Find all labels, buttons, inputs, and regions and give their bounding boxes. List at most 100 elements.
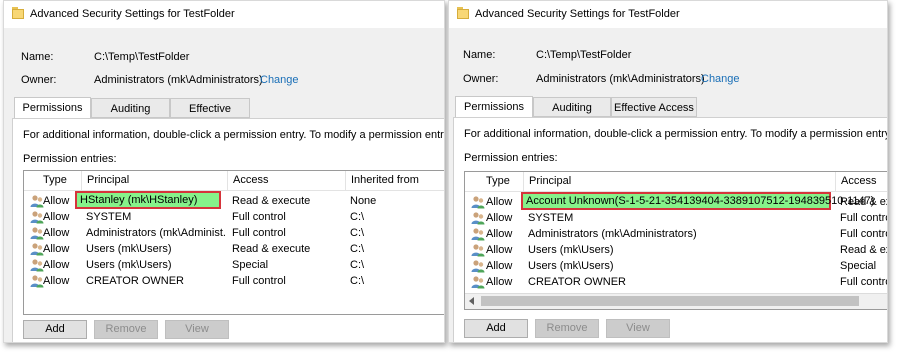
tab-auditing[interactable]: Auditing [91,98,170,118]
cell-principal: Administrators (mk\Administrators) [528,228,697,240]
owner-label: Owner: [21,74,57,86]
remove-button[interactable]: Remove [535,319,599,338]
cell-principal: Users (mk\Users) [86,259,172,271]
window-title: Advanced Security Settings for TestFolde… [30,8,235,20]
tab-permissions[interactable]: Permissions [455,96,533,118]
cell-principal: CREATOR OWNER [528,276,626,288]
scrollbar-thumb[interactable] [481,296,859,306]
cell-type: Allow [486,196,513,208]
remove-button[interactable]: Remove [94,320,158,339]
cell-access: Read & execute [232,243,311,255]
cell-inherited: C:\ [350,227,365,239]
cell-access: Special [232,259,269,271]
cell-type: Allow [486,228,513,240]
table-header: Type Principal Access [465,172,887,192]
cell-type: Allow [486,276,513,288]
table-row[interactable]: Allow SYSTEM Full control C:\ [24,209,444,225]
cell-principal: Users (mk\Users) [528,260,614,272]
view-button[interactable]: View [165,320,229,339]
owner-value: Administrators (mk\Administrators) [94,74,263,86]
cell-type: Allow [486,260,513,272]
table-row[interactable]: Allow Users (mk\Users) Read & execute C:\ [24,241,444,257]
column-header-access[interactable]: Access [835,172,887,191]
table-row[interactable]: Allow Account Unknown(S-1-5-21-354139404-… [465,192,887,210]
cell-type: Allow [43,211,70,223]
table-row[interactable]: Allow CREATOR OWNER Full control C:\ [24,273,444,289]
change-owner-link[interactable]: Change [260,74,299,86]
table-row[interactable]: Allow Users (mk\Users) Read & exe [465,242,887,258]
cell-access: Full control [840,228,887,240]
name-value: C:\Temp\TestFolder [536,49,632,61]
cell-principal: CREATOR OWNER [86,275,184,287]
cell-principal: SYSTEM [528,212,574,224]
cell-access: Full control [840,276,887,288]
column-header-principal[interactable]: Principal [523,172,835,191]
table-row[interactable]: Allow Administrators (mk\Administ... Full … [24,225,444,241]
folder-icon [457,7,469,19]
title-bar: Advanced Security Settings for TestFolde… [4,1,444,28]
table-row[interactable]: Allow Administrators (mk\Administrators) F… [465,226,887,242]
info-text: For additional information, double-click… [464,128,888,140]
cell-type: Allow [486,212,513,224]
table-row[interactable]: Allow HStanley (mk\HStanley) Read & execut… [24,191,444,209]
cell-access: Full control [232,227,286,239]
tab-permissions[interactable]: Permissions [14,97,91,119]
column-header-principal[interactable]: Principal [81,171,227,190]
name-value: C:\Temp\TestFolder [94,51,190,63]
cell-principal: Users (mk\Users) [528,244,614,256]
tab-auditing[interactable]: Auditing [533,97,611,117]
security-settings-window-right: Advanced Security Settings for TestFolde… [448,0,888,343]
security-settings-window-left: Advanced Security Settings for TestFolde… [3,0,445,343]
view-button[interactable]: View [606,319,670,338]
cell-access: Full control [840,212,887,224]
cell-inherited: None [350,195,377,207]
cell-principal: HStanley (mk\HStanley) [75,191,227,209]
add-button[interactable]: Add [464,319,528,338]
cell-access: Full control [232,211,286,223]
cell-type: Allow [43,259,70,271]
column-header-type[interactable]: Type [38,171,81,190]
cell-type: Allow [43,275,70,287]
table-header: Type Principal Access Inherited from [24,171,444,191]
highlighted-principal: HStanley (mk\HStanley) [75,191,221,209]
cell-type: Allow [486,244,513,256]
cell-principal: Administrators (mk\Administ... [86,227,227,239]
permission-entries-label: Permission entries: [23,153,117,165]
cell-inherited: C:\ [350,211,365,223]
cell-access: Read & exe [840,196,887,208]
change-owner-link[interactable]: Change [701,73,740,85]
cell-principal: Users (mk\Users) [86,243,172,255]
horizontal-scrollbar[interactable] [465,293,887,309]
highlighted-principal-text: Account Unknown(S-1-5-21-354139404-33891… [526,195,875,207]
table-row[interactable]: Allow SYSTEM Full control [465,210,887,226]
cell-principal: Account Unknown(S-1-5-21-354139404-33891… [521,192,874,210]
name-label: Name: [21,51,54,63]
column-header-type[interactable]: Type [481,172,523,191]
cell-inherited: C:\ [350,275,365,287]
info-text: For additional information, double-click… [23,129,445,141]
permission-entries-table[interactable]: Type Principal Access Inherited from All… [23,170,444,315]
owner-label: Owner: [463,73,499,85]
highlighted-principal: Account Unknown(S-1-5-21-354139404-33891… [521,192,874,210]
tab-effective-access[interactable]: Effective Access [170,98,250,135]
scroll-left-arrow-icon[interactable] [469,297,474,305]
permission-entries-table[interactable]: Type Principal Access Allow Account Unkno… [464,171,887,310]
column-header-inherited-from[interactable]: Inherited from [345,171,444,190]
cell-access: Special [840,260,877,272]
cell-inherited: C:\ [350,243,365,255]
permissions-tab-content: For additional information, double-click… [12,118,445,342]
tab-effective-access[interactable]: Effective Access [611,97,697,117]
name-label: Name: [463,49,496,61]
title-bar: Advanced Security Settings for TestFolde… [449,1,887,28]
owner-value: Administrators (mk\Administrators) [536,73,705,85]
cell-type: Allow [43,227,70,239]
table-row[interactable]: Allow Users (mk\Users) Special C:\ [24,257,444,273]
table-row[interactable]: Allow CREATOR OWNER Full control [465,274,887,290]
add-button[interactable]: Add [23,320,87,339]
column-header-access[interactable]: Access [227,171,345,190]
cell-access: Full control [232,275,286,287]
cell-access: Read & exe [840,244,887,256]
table-row[interactable]: Allow Users (mk\Users) Special [465,258,887,274]
cell-type: Allow [43,243,70,255]
window-title: Advanced Security Settings for TestFolde… [475,8,680,20]
